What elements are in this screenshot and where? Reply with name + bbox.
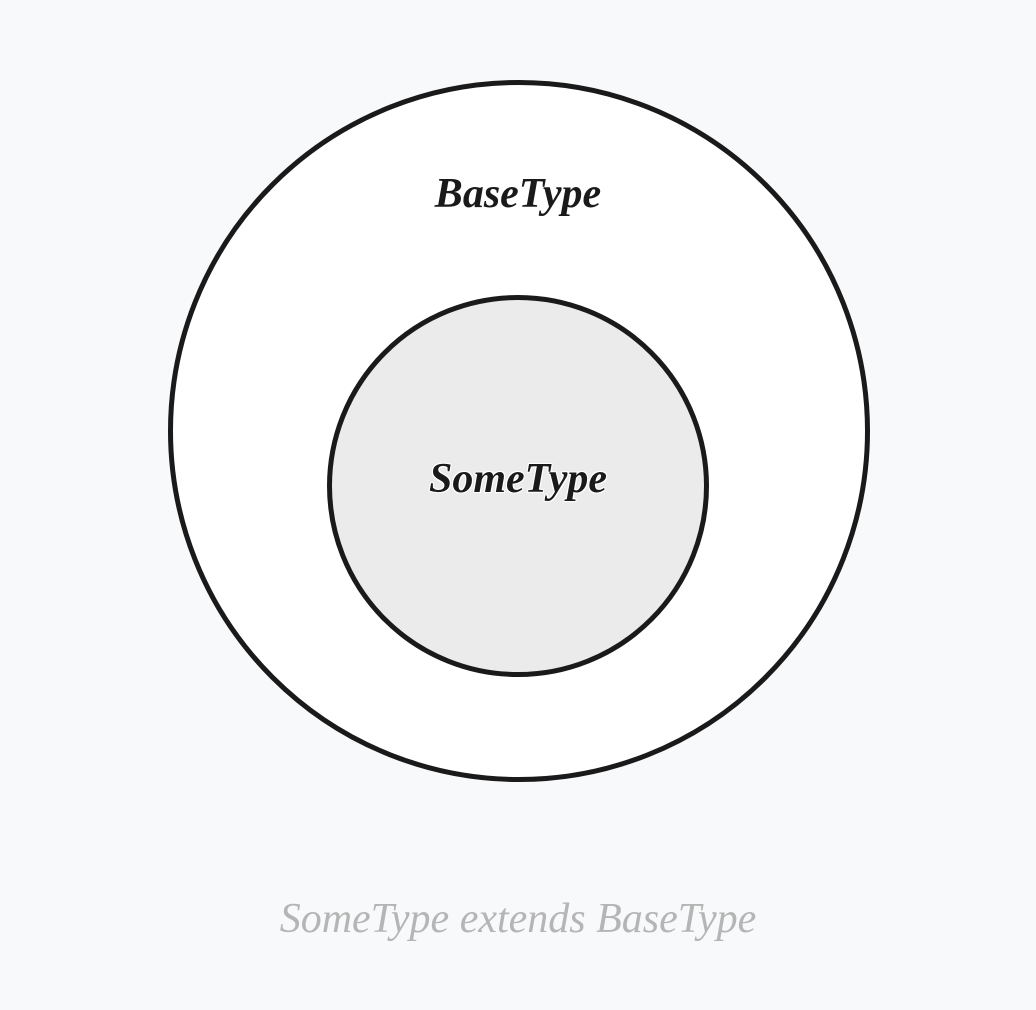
- outer-label: BaseType: [435, 170, 601, 218]
- diagram-container: BaseType SomeType SomeType extends BaseT…: [0, 0, 1036, 1010]
- inner-label: SomeType: [429, 455, 607, 503]
- caption: SomeType extends BaseType: [280, 895, 757, 943]
